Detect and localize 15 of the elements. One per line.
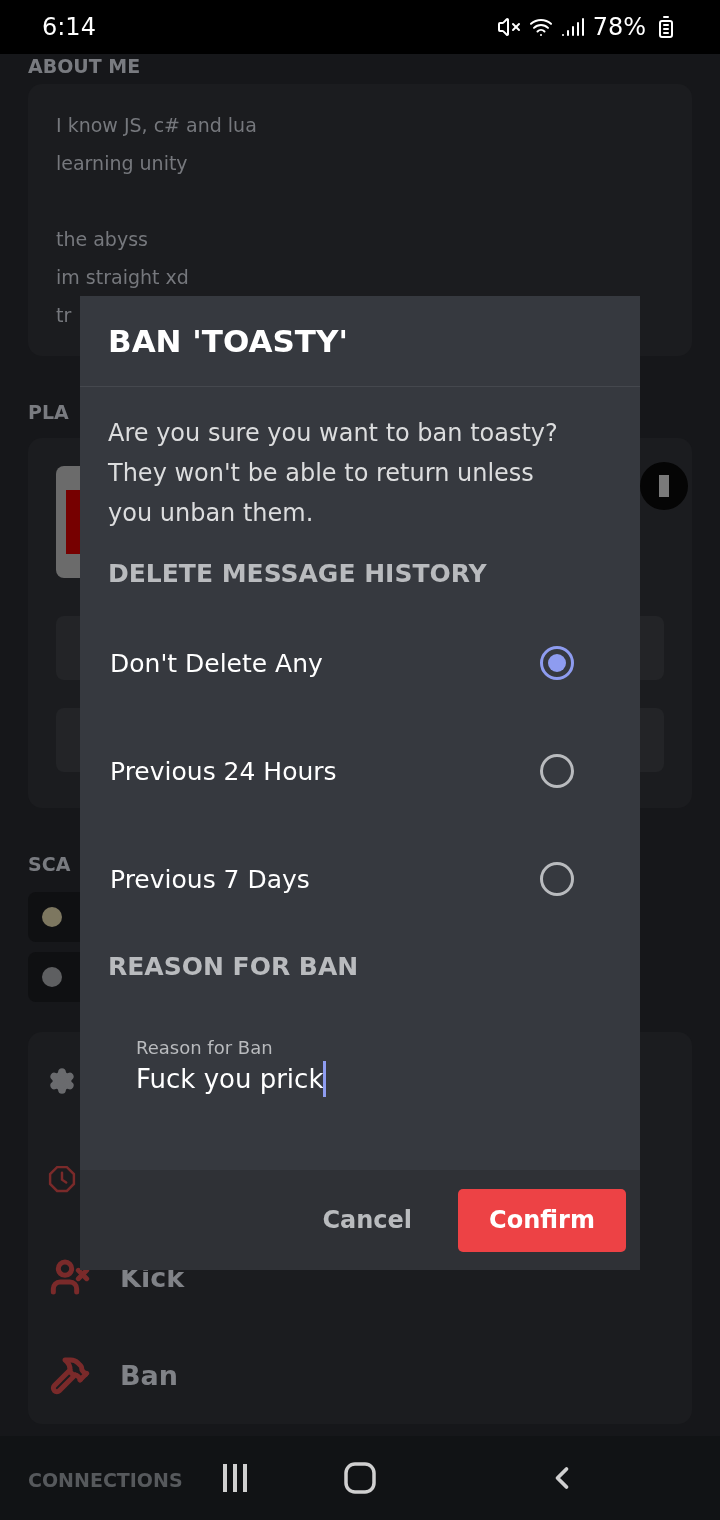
about-text-line: the abyss: [56, 227, 148, 252]
about-text-line: tr: [56, 303, 72, 328]
about-text-line: I know JS, c# and lua: [56, 113, 257, 138]
about-text-line: im straight xd: [56, 265, 189, 290]
section-heading: CONNECTIONS: [28, 1468, 183, 1492]
battery-level: 78%: [592, 13, 646, 41]
dialog-title: BAN 'TOASTY': [108, 323, 348, 359]
about-text-line: learning unity: [56, 151, 188, 176]
section-heading: REASON FOR BAN: [108, 951, 360, 983]
section-heading: ABOUT ME: [28, 54, 141, 78]
dialog-message: Are you sure you want to ban toasty? They won't be able to return unless you unban them.: [108, 418, 559, 529]
clock: 6:14: [42, 13, 96, 41]
section-heading: DELETE MESSAGE HISTORY: [108, 558, 488, 590]
section-heading: PLA: [28, 400, 69, 424]
section-heading: SCA: [28, 852, 71, 876]
